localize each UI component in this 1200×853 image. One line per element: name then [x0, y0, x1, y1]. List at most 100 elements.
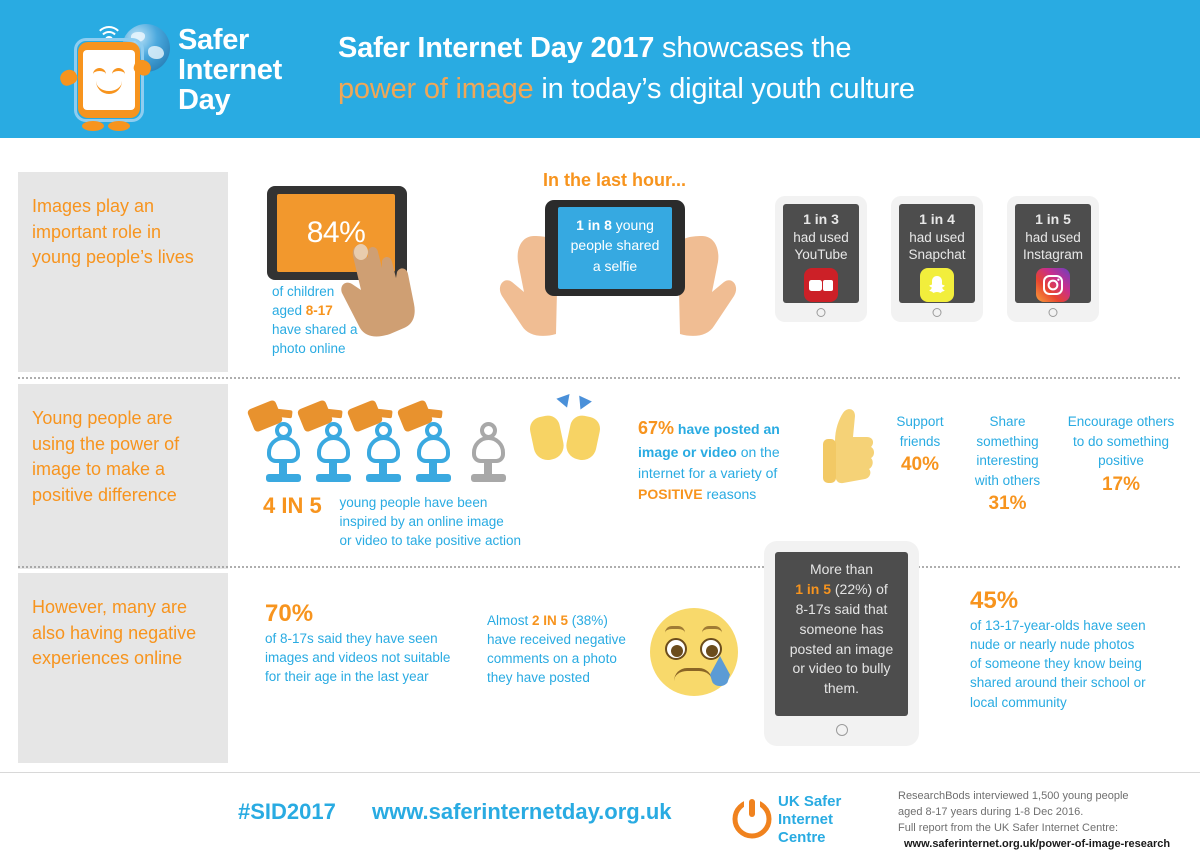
stat-45-line-1: of 13-17-year-olds have seen [970, 618, 1146, 633]
four-in-five-text: young people have been inspired by an on… [339, 493, 521, 550]
stat-negative-comments-block: Almost 2 IN 5 (38%) have received negati… [487, 611, 647, 688]
headline-line-2: power of image in today’s digital youth … [338, 69, 915, 110]
home-button-youtube [816, 308, 826, 317]
selfie-stat: 1 in 8 [576, 217, 612, 233]
infographic-page: Safer Internet Day Safer Internet Day 20… [0, 0, 1200, 850]
reason-2-line-3: interesting [976, 453, 1039, 469]
stat-45-line-2: nude or nearly nude photos [970, 637, 1135, 653]
stat-70-line-3: for their age in the last year [265, 669, 429, 685]
neg-pct: (38%) [568, 613, 608, 628]
posted-67-b: image or video [638, 444, 737, 460]
youtube-icon [804, 268, 838, 303]
neg-line-1: Almost 2 IN 5 (38%) [487, 611, 647, 630]
cry-brow-right [702, 626, 722, 633]
report-link[interactable]: www.saferinternet.org.uk/power-of-image-… [898, 837, 1170, 853]
caption-line-3: have shared a [272, 322, 358, 338]
bully-line-3: 8-17s said that [795, 600, 888, 617]
reason-1-line-2: friends [899, 433, 941, 449]
footer: #SID2017 www.saferinternetday.org.uk UK … [0, 772, 1200, 850]
headline-rest: showcases the [654, 31, 852, 64]
hashtag-label: #SID2017 [238, 799, 336, 824]
posted-67-f: reasons [702, 486, 757, 502]
uksic-line-3: Centre [778, 829, 826, 846]
headline-tail: in today’s digital youth culture [533, 73, 915, 105]
bully-line-7: them. [823, 680, 859, 697]
bully-line-5: posted an image [789, 640, 894, 657]
person-icon-1 [246, 399, 304, 486]
headline-line-1: Safer Internet Day 2017 showcases the [338, 28, 915, 69]
reason-1-value: 40% [900, 454, 940, 476]
palm-right [563, 413, 603, 463]
cry-brow-left [665, 626, 685, 633]
palm-left [527, 413, 567, 463]
page-title: Safer Internet Day 2017 showcases the po… [338, 28, 915, 110]
fif-line-3: or video to take positive action [339, 533, 522, 549]
tablet-youtube: 1 in 3 had used YouTube [775, 196, 867, 322]
spark-2 [574, 395, 592, 413]
stat-45-block: 45% of 13-17-year-olds have seen nude or… [970, 586, 1185, 712]
snapchat-line-2: had used [909, 229, 965, 245]
reason-2-value: 31% [988, 493, 1027, 515]
tablet-84-caption: of children aged 8-17 have shared a phot… [272, 282, 358, 359]
spark-1 [556, 393, 574, 411]
caption-age-range: 8-17 [305, 303, 333, 319]
uksic-line-1: UK Safer [778, 793, 842, 810]
stat-70-line-2: images and videos not suitable [265, 649, 451, 665]
uksic-wordmark: UK Safer Internet Centre [778, 793, 841, 847]
sid-logo: Safer Internet Day [0, 0, 300, 138]
posted-67-d: internet for a variety of [638, 465, 778, 481]
stat-45-text: of 13-17-year-olds have seen nude or nea… [970, 616, 1185, 712]
neg-line-3: comments on a photo [487, 651, 617, 667]
youtube-stat: 1 in 3 [803, 211, 839, 227]
bully-pct: (22%) of [830, 580, 888, 597]
bully-line-4: someone has [799, 620, 884, 637]
tablet-snapchat-screen: 1 in 4 had used Snapchat [899, 204, 975, 303]
posted-67-c: on the [736, 444, 780, 460]
headline-accent: power of image [338, 73, 534, 105]
reason-2-line-1: Share [989, 414, 1026, 429]
reason-3-line-2: to do something [1072, 433, 1170, 449]
reason-2-line-4: with others [974, 472, 1041, 488]
website-link[interactable]: www.saferinternetday.org.uk [372, 799, 672, 825]
home-button-snapchat [932, 308, 942, 317]
tablet-youtube-screen: 1 in 3 had used YouTube [783, 204, 859, 303]
person-icon-4 [396, 399, 454, 486]
neg-line-4: they have posted [487, 670, 590, 686]
stat-45-line-4: shared around their school or [970, 675, 1146, 691]
person-icon-2 [296, 399, 354, 486]
tablet-selfie: 1 in 8 young people shared a selfie [545, 200, 685, 296]
raised-hands-icon [527, 393, 604, 464]
stat-70-text: of 8-17s said they have seen images and … [265, 629, 465, 686]
reason-3-line-3: positive [1098, 453, 1144, 469]
tablet-instagram: 1 in 5 had used Instagram [1007, 196, 1099, 322]
selfie-line-1: 1 in 8 young [558, 215, 672, 235]
section-heading-3: However, many are also having negative e… [18, 573, 228, 763]
snapchat-stat: 1 in 4 [919, 211, 955, 227]
reason-2-line-2: something [976, 433, 1039, 449]
four-in-five-value: 4 IN 5 [263, 493, 322, 518]
headline-bold: Safer Internet Day 2017 [338, 31, 655, 64]
mascot-phone-outline [74, 38, 144, 122]
uksic-line-2: Internet [778, 811, 834, 828]
reason-1-line-1: Support [896, 414, 944, 429]
tablet-bullying-screen: More than 1 in 5 (22%) of 8-17s said tha… [775, 552, 908, 716]
reason-encourage-others: Encourage others to do something positiv… [1060, 412, 1182, 498]
instagram-line-3: Instagram [1022, 247, 1084, 263]
tablet-instagram-screen: 1 in 5 had used Instagram [1015, 204, 1091, 303]
caption-line-2: aged 8-17 [272, 301, 358, 320]
reason-3-value: 17% [1101, 473, 1141, 495]
last-hour-label: In the last hour... [543, 170, 687, 190]
section-heading-1: Images play an important role in young p… [18, 172, 228, 372]
bully-line-1: More than [809, 561, 874, 577]
stat-45-line-3: of someone they know being [970, 656, 1142, 672]
person-icon-3 [346, 399, 404, 486]
youtube-line-3: YouTube [794, 247, 848, 263]
youtube-line-2: had used [793, 229, 849, 245]
person-icon-5-inactive [467, 408, 509, 486]
footer-source-note: ResearchBods interviewed 1,500 young peo… [898, 789, 1170, 853]
mascot-foot-right [108, 121, 130, 131]
source-line-3: Full report from the UK Safer Internet C… [898, 821, 1119, 834]
source-line-1: ResearchBods interviewed 1,500 young peo… [898, 790, 1129, 802]
instagram-stat: 1 in 5 [1035, 211, 1071, 227]
instagram-line-2: had used [1025, 229, 1081, 245]
